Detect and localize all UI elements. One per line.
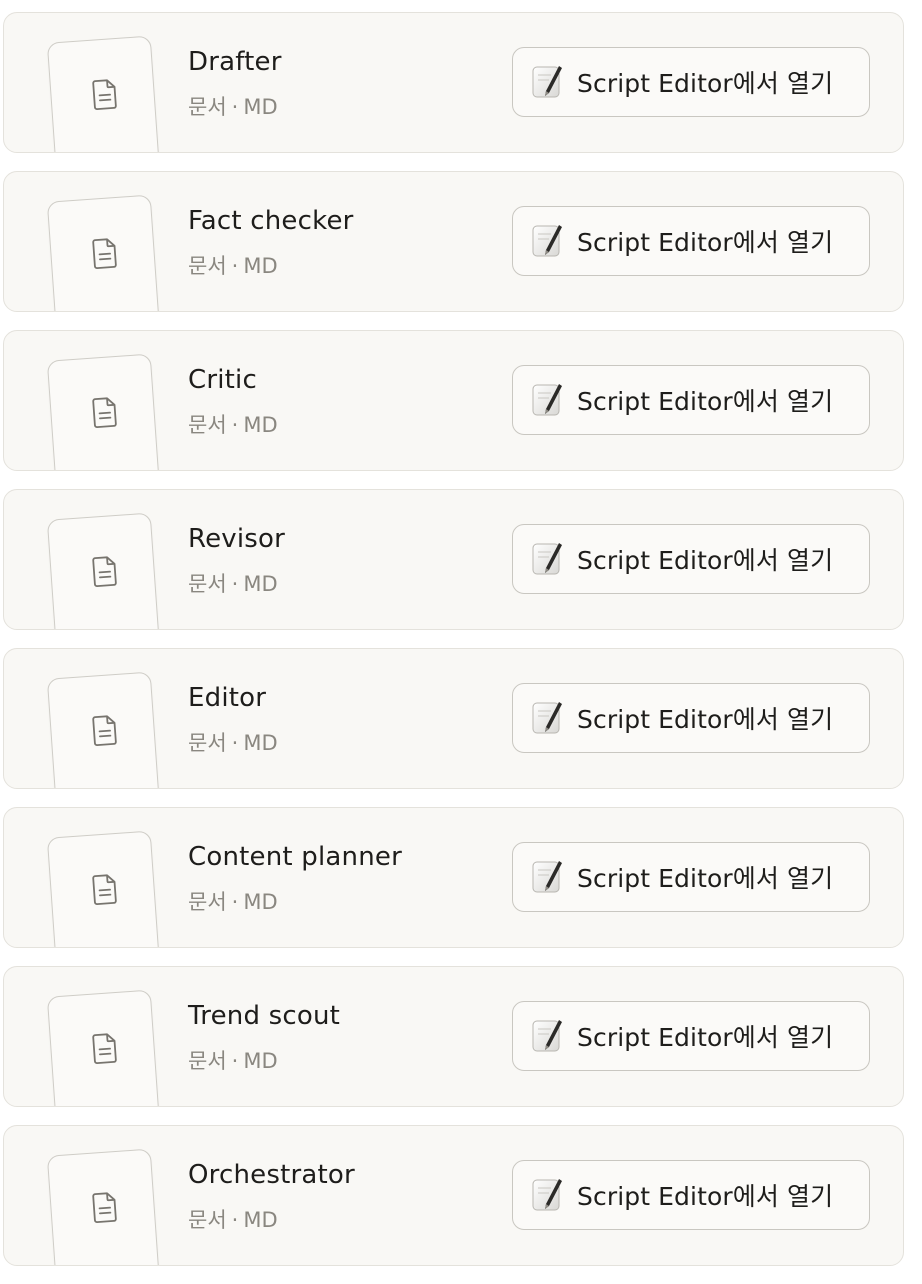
document-icon [88,394,122,430]
open-in-script-editor-button[interactable]: Script Editor에서 열기 [512,524,870,594]
format-label: MD [243,95,278,119]
attachment-meta: 문서 · MD [188,1045,278,1075]
attachment-card[interactable]: Orchestrator 문서 · MD Script Editor에서 열기 [3,1125,904,1266]
type-label: 문서 [188,890,227,914]
attachment-card[interactable]: Fact checker 문서 · MD Script Editor에서 열기 [3,171,904,312]
script-editor-icon [531,700,565,736]
attachment-meta: 문서 · MD [188,886,278,916]
meta-separator: · [231,572,239,596]
meta-separator: · [231,1049,239,1073]
format-label: MD [243,890,278,914]
format-label: MD [243,413,278,437]
attachment-list: Drafter 문서 · MD Script Editor에서 열기 Fact … [3,12,904,1284]
attachment-meta: 문서 · MD [188,409,278,439]
open-in-script-editor-button[interactable]: Script Editor에서 열기 [512,842,870,912]
document-icon [88,712,122,748]
format-label: MD [243,731,278,755]
type-label: 문서 [188,731,227,755]
meta-separator: · [231,1208,239,1232]
open-button-label: Script Editor에서 열기 [577,546,834,575]
type-label: 문서 [188,1049,227,1073]
attachment-meta: 문서 · MD [188,727,278,757]
document-icon [88,235,122,271]
meta-separator: · [231,731,239,755]
format-label: MD [243,1049,278,1073]
attachment-title: Revisor [188,524,286,554]
document-icon [88,871,122,907]
attachment-title: Orchestrator [188,1160,355,1190]
open-in-script-editor-button[interactable]: Script Editor에서 열기 [512,683,870,753]
attachment-title: Editor [188,683,267,713]
script-editor-icon [531,1018,565,1054]
attachment-title: Fact checker [188,206,354,236]
attachment-card[interactable]: Drafter 문서 · MD Script Editor에서 열기 [3,12,904,153]
open-in-script-editor-button[interactable]: Script Editor에서 열기 [512,1160,870,1230]
script-editor-icon [531,859,565,895]
type-label: 문서 [188,254,227,278]
format-label: MD [243,1208,278,1232]
open-button-label: Script Editor에서 열기 [577,705,834,734]
attachment-title: Drafter [188,47,282,77]
script-editor-icon [531,382,565,418]
attachment-title: Critic [188,365,257,395]
attachment-meta: 문서 · MD [188,250,278,280]
open-in-script-editor-button[interactable]: Script Editor에서 열기 [512,1001,870,1071]
format-label: MD [243,572,278,596]
meta-separator: · [231,95,239,119]
attachment-card[interactable]: Critic 문서 · MD Script Editor에서 열기 [3,330,904,471]
attachment-title: Content planner [188,842,402,872]
attachment-title: Trend scout [188,1001,341,1031]
format-label: MD [243,254,278,278]
type-label: 문서 [188,95,227,119]
open-button-label: Script Editor에서 열기 [577,387,834,416]
meta-separator: · [231,254,239,278]
open-in-script-editor-button[interactable]: Script Editor에서 열기 [512,47,870,117]
attachment-card[interactable]: Trend scout 문서 · MD Script Editor에서 열기 [3,966,904,1107]
script-editor-icon [531,1177,565,1213]
meta-separator: · [231,890,239,914]
open-button-label: Script Editor에서 열기 [577,1023,834,1052]
meta-separator: · [231,413,239,437]
type-label: 문서 [188,1208,227,1232]
document-icon [88,1030,122,1066]
type-label: 문서 [188,572,227,596]
open-in-script-editor-button[interactable]: Script Editor에서 열기 [512,206,870,276]
script-editor-icon [531,223,565,259]
script-editor-icon [531,541,565,577]
open-button-label: Script Editor에서 열기 [577,228,834,257]
attachment-card[interactable]: Revisor 문서 · MD Script Editor에서 열기 [3,489,904,630]
attachment-meta: 문서 · MD [188,91,278,121]
open-button-label: Script Editor에서 열기 [577,69,834,98]
document-icon [88,553,122,589]
attachment-card[interactable]: Content planner 문서 · MD Script Editor에서 … [3,807,904,948]
attachment-meta: 문서 · MD [188,1204,278,1234]
open-button-label: Script Editor에서 열기 [577,864,834,893]
document-icon [88,1189,122,1225]
open-in-script-editor-button[interactable]: Script Editor에서 열기 [512,365,870,435]
script-editor-icon [531,64,565,100]
open-button-label: Script Editor에서 열기 [577,1182,834,1211]
type-label: 문서 [188,413,227,437]
attachment-card[interactable]: Editor 문서 · MD Script Editor에서 열기 [3,648,904,789]
attachment-meta: 문서 · MD [188,568,278,598]
document-icon [88,76,122,112]
